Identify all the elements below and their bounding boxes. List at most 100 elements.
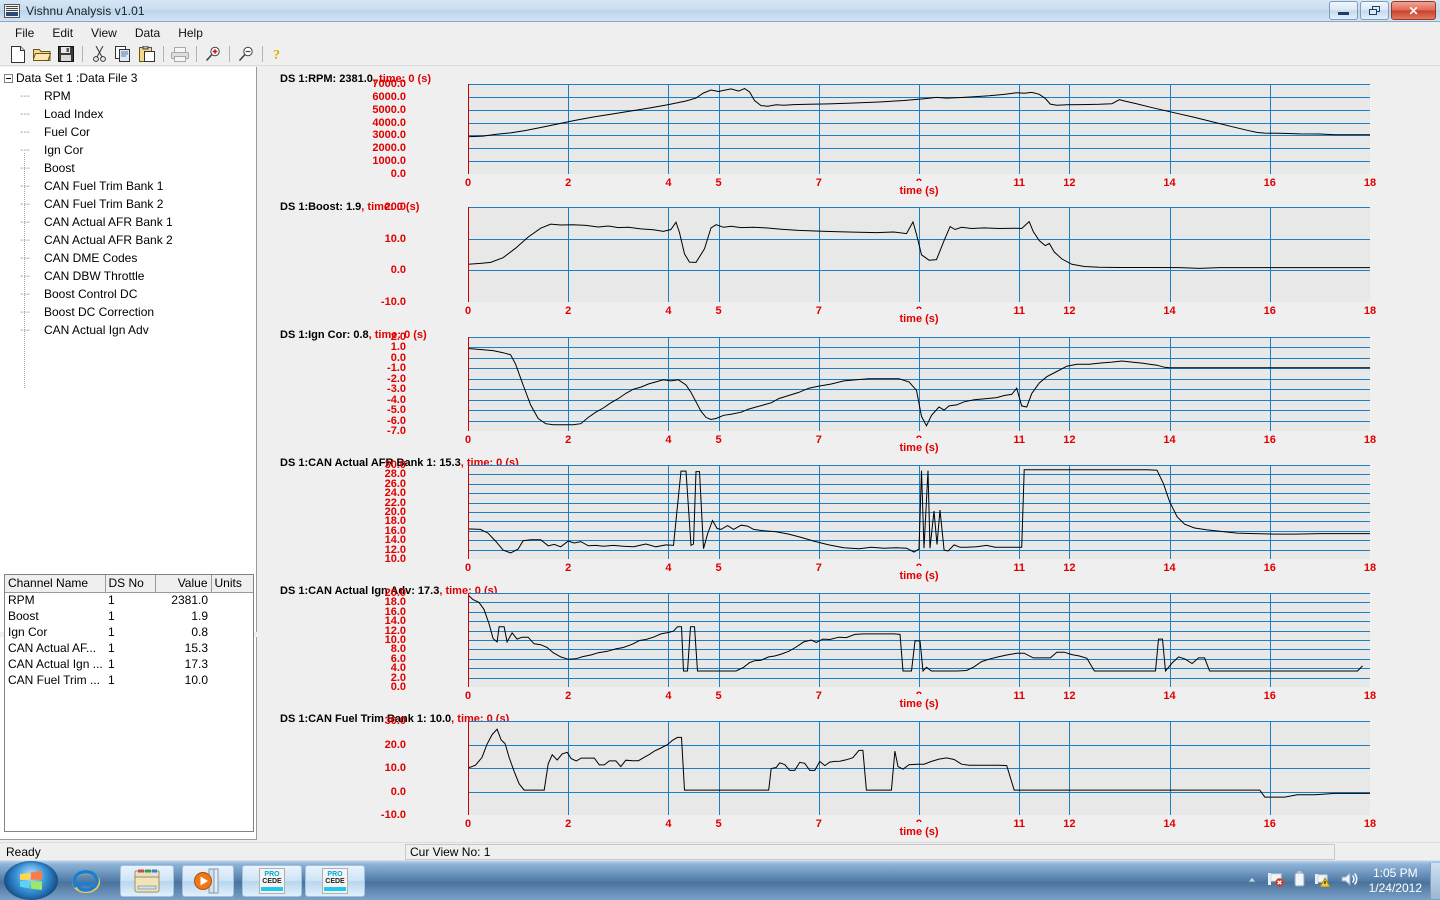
col-channel-name[interactable]: Channel Name: [5, 575, 106, 593]
chart-panel-ignadv[interactable]: DS 1:CAN Actual Ign Adv: 17.3, time: 0 (…: [258, 585, 1440, 713]
plot-svg: [468, 207, 1370, 302]
open-file-icon[interactable]: [30, 44, 54, 65]
collapse-icon[interactable]: [4, 73, 13, 83]
data-set-tree[interactable]: Data Set 1 :Data File 3 --- RPM --- Load I…: [0, 67, 255, 567]
x-axis-title-afr1: time (s): [899, 570, 939, 582]
plot-area-fueltrim1[interactable]: [468, 721, 1370, 815]
x-axis-title-ignadv: time (s): [899, 698, 939, 710]
taskbar-media[interactable]: [182, 865, 234, 897]
cell-ds-no: 1: [108, 641, 115, 655]
plot-area-ignadv[interactable]: [468, 593, 1370, 687]
table-row[interactable]: CAN Actual AF... 1 15.3: [5, 640, 253, 656]
chart-panel-afr1[interactable]: DS 1:CAN Actual AFR Bank 1: 15.3, time: …: [258, 457, 1440, 585]
cell-units: [211, 608, 253, 624]
title-bar: Vishnu Analysis v1.01 ✕: [0, 0, 1440, 22]
table-row[interactable]: RPM 1 2381.0: [5, 592, 253, 608]
plot-svg: [468, 721, 1370, 815]
y-tick-label: 1000.0: [372, 155, 406, 168]
tree-item-boost-control-dc[interactable]: --- Boost Control DC: [0, 285, 255, 303]
taskbar-explorer[interactable]: [120, 865, 174, 897]
table-row[interactable]: CAN Actual Ign ... 1 17.3: [5, 656, 253, 672]
x-tick-label: 14: [1163, 562, 1176, 574]
show-hidden-icons-icon[interactable]: [1246, 872, 1258, 890]
plot-area-afr1[interactable]: [468, 465, 1370, 559]
application-window: Vishnu Analysis v1.01 ✕ File Edit View D…: [0, 0, 1440, 900]
toolbar-separator: [82, 46, 83, 62]
tree-item-boost-dc-correction[interactable]: --- Boost DC Correction: [0, 303, 255, 321]
window-title: Vishnu Analysis v1.01: [26, 3, 145, 18]
col-value[interactable]: Value: [155, 575, 212, 593]
save-file-icon[interactable]: [54, 44, 78, 65]
tree-item-can-actual-ign-adv[interactable]: --- CAN Actual Ign Adv: [0, 321, 255, 339]
chart-panel-igncor[interactable]: DS 1:Ign Cor: 0.8, time: 0 (s) 2.0 1.0 0.0-…: [258, 329, 1440, 457]
table-row[interactable]: CAN Fuel Trim ... 1 10.0: [5, 672, 253, 688]
paste-icon[interactable]: [135, 44, 159, 65]
menu-item-file[interactable]: File: [6, 24, 43, 42]
start-button[interactable]: [4, 861, 58, 900]
table-row[interactable]: Ign Cor 1 0.8: [5, 624, 253, 640]
x-tick-label: 7: [815, 177, 822, 189]
table-row[interactable]: Boost 1 1.9: [5, 608, 253, 624]
cell-ds-no: 1: [108, 625, 115, 639]
tree-item-can-actual-afr-bank-2[interactable]: --- CAN Actual AFR Bank 2: [0, 231, 255, 249]
clock[interactable]: 1:05 PM 1/24/2012: [1369, 866, 1422, 896]
tree-root-node[interactable]: Data Set 1 :Data File 3: [0, 69, 255, 87]
chart-panel-boost[interactable]: DS 1:Boost: 1.9, time: 0 (s) 20.0 10.0 0.0-…: [258, 201, 1440, 328]
cell-value: 2381.0: [171, 593, 208, 608]
close-button[interactable]: ✕: [1391, 1, 1436, 20]
y-tick-label: 0.0: [390, 264, 406, 277]
menu-item-view[interactable]: View: [82, 24, 126, 42]
tree-item-ign-cor[interactable]: --- Ign Cor: [0, 141, 255, 159]
tree-item-can-fuel-trim-bank-2[interactable]: --- CAN Fuel Trim Bank 2: [0, 195, 255, 213]
chart-panel-fueltrim1[interactable]: DS 1:CAN Fuel Trim Bank 1: 10.0, time: 0…: [258, 713, 1440, 840]
taskbar-internet-explorer[interactable]: [68, 867, 104, 897]
network-error-icon[interactable]: [1267, 871, 1285, 892]
volume-icon[interactable]: [1341, 871, 1359, 892]
plot-area-boost[interactable]: [468, 207, 1370, 302]
x-tick-label: 9: [916, 818, 922, 822]
cell-value: 10.0: [184, 673, 208, 687]
battery-icon[interactable]: [1294, 871, 1305, 892]
help-icon[interactable]: ?: [267, 44, 291, 65]
chart-area[interactable]: DS 1:RPM: 2381.0, time: 0 (s) 7000.0 6000.…: [258, 67, 1440, 840]
tree-item-fuel-cor[interactable]: --- Fuel Cor: [0, 123, 255, 141]
x-tick-label: 4: [665, 562, 672, 574]
cut-icon[interactable]: [87, 44, 111, 65]
tree-item-rpm[interactable]: --- RPM: [0, 87, 255, 105]
menu-item-data[interactable]: Data: [126, 24, 169, 42]
zoom-out-icon[interactable]: [234, 44, 258, 65]
tree-item-can-actual-afr-bank-1[interactable]: --- CAN Actual AFR Bank 1: [0, 213, 255, 231]
col-ds-no[interactable]: DS No: [105, 575, 156, 593]
tree-item-boost[interactable]: --- Boost: [0, 159, 255, 177]
copy-icon[interactable]: [111, 44, 135, 65]
tree-item-label: Fuel Cor: [44, 125, 91, 139]
tree-item-load-index[interactable]: --- Load Index: [0, 105, 255, 123]
taskbar-procede-2[interactable]: PRO CEDE: [305, 865, 365, 897]
cell-value: 15.3: [184, 641, 208, 655]
new-file-icon[interactable]: [6, 44, 30, 65]
taskbar-procede-1[interactable]: PRO CEDE: [242, 865, 302, 897]
network-warning-icon[interactable]: [1314, 871, 1332, 892]
restore-button[interactable]: [1360, 1, 1389, 20]
menu-item-edit[interactable]: Edit: [43, 24, 82, 42]
show-desktop-button[interactable]: [1430, 863, 1440, 899]
cell-units: [211, 592, 253, 608]
tree-root-label: Data Set 1 :Data File 3: [16, 71, 138, 85]
grid-header-row: Channel Name DS No Value Units: [5, 575, 253, 593]
channel-value-grid[interactable]: Channel Name DS No Value Units RPM 1 238…: [4, 574, 254, 832]
plot-area-igncor[interactable]: [468, 337, 1370, 431]
plot-area-rpm[interactable]: [468, 84, 1370, 174]
tree-item-can-dme-codes[interactable]: --- CAN DME Codes: [0, 249, 255, 267]
x-tick-label: 2: [565, 562, 572, 574]
col-units[interactable]: Units: [211, 575, 253, 593]
tree-item-can-fuel-trim-bank-1[interactable]: --- CAN Fuel Trim Bank 1: [0, 177, 255, 195]
tree-item-label: CAN Actual AFR Bank 2: [44, 233, 173, 247]
menu-item-help[interactable]: Help: [169, 24, 212, 42]
status-current-view: Cur View No: 1: [405, 843, 1335, 860]
x-tick-label: 0: [464, 177, 472, 189]
tree-item-can-dbw-throttle[interactable]: --- CAN DBW Throttle: [0, 267, 255, 285]
chart-panel-rpm[interactable]: DS 1:RPM: 2381.0, time: 0 (s) 7000.0 6000.…: [258, 73, 1440, 200]
minimize-button[interactable]: [1329, 1, 1358, 20]
zoom-in-icon[interactable]: [201, 44, 225, 65]
y-tick-label: -10.0: [380, 296, 406, 308]
